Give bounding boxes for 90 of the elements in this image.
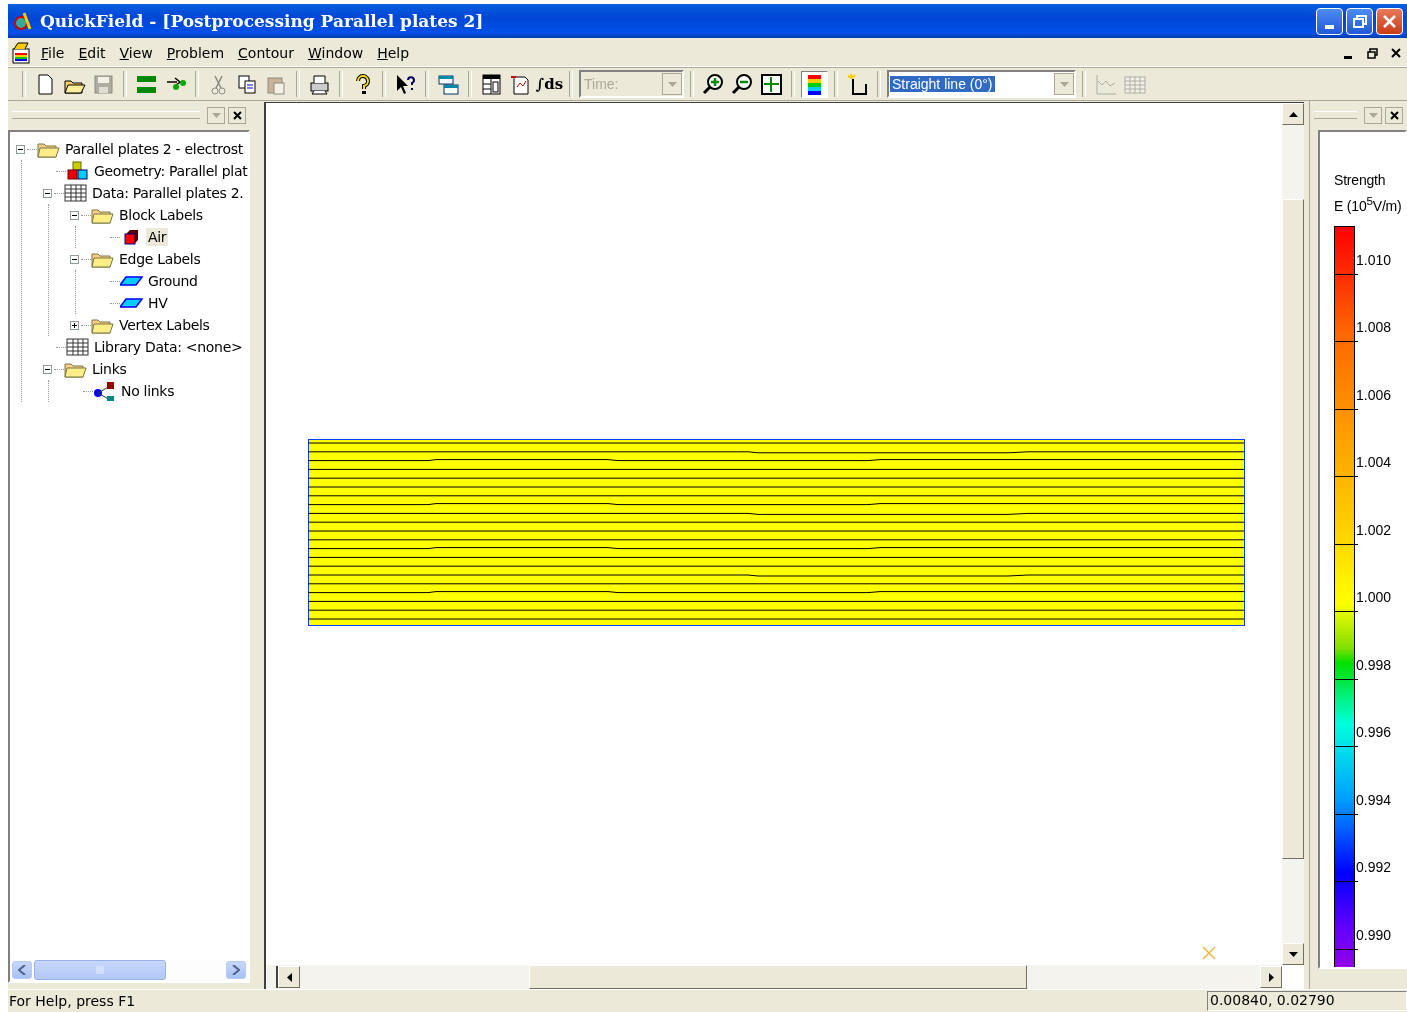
plus-icon bbox=[71, 321, 78, 329]
blocks-icon bbox=[66, 161, 89, 181]
scale-label: 1.010 bbox=[1356, 251, 1392, 268]
tree-item[interactable]: Parallel plates 2 - electrost bbox=[63, 140, 245, 158]
toolbar-button[interactable] bbox=[801, 70, 828, 98]
close-button[interactable] bbox=[1385, 106, 1403, 124]
right-chevron-icon bbox=[232, 965, 240, 975]
restore-icon bbox=[1365, 46, 1379, 60]
scale-label: 0.994 bbox=[1356, 791, 1392, 808]
minimize-icon bbox=[1325, 24, 1334, 29]
legend-title: Strength bbox=[1334, 172, 1387, 188]
dropdown-arrow-icon bbox=[1059, 81, 1069, 87]
printer-icon bbox=[308, 72, 331, 96]
zoom-out-icon bbox=[731, 72, 754, 96]
left-chevron-icon bbox=[18, 965, 26, 975]
right-arrow-icon bbox=[1268, 972, 1274, 982]
dropdown-arrow-icon bbox=[211, 112, 221, 118]
dropdown-arrow-icon bbox=[1368, 112, 1378, 118]
scale-label: 1.000 bbox=[1356, 589, 1392, 606]
collapse-button[interactable] bbox=[43, 364, 52, 374]
pointer-help-icon bbox=[394, 72, 417, 96]
integral-button[interactable]: ∫ds bbox=[536, 70, 563, 98]
scale-label: 0.992 bbox=[1356, 859, 1392, 876]
zoom-fit-icon bbox=[760, 72, 783, 96]
tree-item[interactable]: Edge Labels bbox=[117, 250, 203, 268]
copy-icon bbox=[236, 72, 259, 96]
restore-button[interactable] bbox=[1346, 7, 1373, 35]
windows-icon bbox=[437, 72, 460, 96]
close-icon bbox=[232, 110, 242, 120]
menu-item[interactable]: View bbox=[112, 43, 160, 63]
scroll-up-button[interactable] bbox=[1282, 103, 1304, 125]
menu-item[interactable]: Help bbox=[370, 43, 417, 63]
tree-item[interactable]: No links bbox=[119, 382, 177, 400]
crosshair-icon bbox=[1202, 946, 1216, 960]
dropdown[interactable]: Straight line (0°) bbox=[887, 70, 1076, 98]
new-contour-icon bbox=[846, 72, 869, 96]
tree-item[interactable]: Geometry: Parallel plat bbox=[92, 162, 248, 180]
minimize-icon bbox=[1344, 56, 1352, 59]
save-icon bbox=[92, 72, 115, 96]
panel-grip[interactable] bbox=[12, 111, 200, 119]
plot-icon bbox=[1094, 72, 1117, 96]
zoom-in-icon bbox=[702, 72, 725, 96]
tree-item[interactable]: Ground bbox=[146, 272, 200, 290]
scale-label: 1.006 bbox=[1356, 386, 1392, 403]
table-icon bbox=[66, 337, 89, 357]
close-icon bbox=[1382, 13, 1397, 29]
tree-item[interactable]: Links bbox=[90, 360, 129, 378]
scale-label: 0.998 bbox=[1356, 656, 1392, 673]
menu-item[interactable]: Window bbox=[300, 43, 371, 63]
tree-item[interactable]: HV bbox=[146, 294, 170, 312]
collapse-button[interactable] bbox=[16, 144, 25, 154]
menu-item[interactable]: Contour bbox=[231, 43, 301, 63]
coordinates-text: 0.00840, 0.02790 bbox=[1207, 991, 1407, 1011]
scroll-thumb[interactable] bbox=[34, 960, 166, 980]
link-icon bbox=[93, 381, 116, 401]
scale-label: 0.996 bbox=[1356, 724, 1392, 741]
grip-icon bbox=[95, 966, 105, 974]
tree-item[interactable]: Library Data: <none> bbox=[92, 338, 245, 356]
restore-icon bbox=[1352, 13, 1367, 29]
up-arrow-icon bbox=[1288, 111, 1298, 117]
table-icon bbox=[64, 183, 87, 203]
tree-item[interactable]: Air bbox=[146, 228, 169, 246]
menu-item[interactable]: Edit bbox=[71, 43, 113, 63]
menu-item[interactable]: Problem bbox=[159, 43, 232, 63]
scale-label: 1.002 bbox=[1356, 521, 1392, 538]
vertical-scrollbar[interactable] bbox=[1282, 103, 1304, 965]
tree-item[interactable]: Block Labels bbox=[117, 206, 205, 224]
table-icon bbox=[480, 72, 503, 96]
scroll-down-button[interactable] bbox=[1282, 943, 1304, 965]
scale-label: 1.008 bbox=[1356, 319, 1392, 336]
down-arrow-icon bbox=[1288, 951, 1298, 957]
scale-label: 0.990 bbox=[1356, 926, 1392, 943]
collapse-button[interactable] bbox=[70, 254, 79, 264]
close-icon bbox=[1389, 110, 1399, 120]
expand-button[interactable] bbox=[70, 320, 79, 330]
close-button[interactable] bbox=[228, 106, 246, 124]
menu-item[interactable]: File bbox=[34, 43, 72, 63]
status-text: For Help, press F1 bbox=[8, 993, 137, 1009]
panel-grip[interactable] bbox=[1314, 111, 1357, 119]
collapse-button[interactable] bbox=[43, 188, 52, 198]
tree-item[interactable]: Data: Parallel plates 2. bbox=[90, 184, 246, 202]
tree-item[interactable]: Vertex Labels bbox=[117, 316, 212, 334]
scale-label: 1.004 bbox=[1356, 454, 1392, 471]
left-arrow-icon bbox=[286, 972, 292, 982]
window-title: QuickField - [Postprocessing Parallel plates 2] bbox=[40, 11, 485, 31]
close-icon bbox=[1389, 46, 1403, 60]
minimize-button[interactable] bbox=[1316, 7, 1343, 35]
dropdown-arrow-icon bbox=[667, 81, 677, 87]
legend-unit: E (10$^{5}$V/m) bbox=[1334, 194, 1403, 214]
collapse-button[interactable] bbox=[70, 210, 79, 220]
